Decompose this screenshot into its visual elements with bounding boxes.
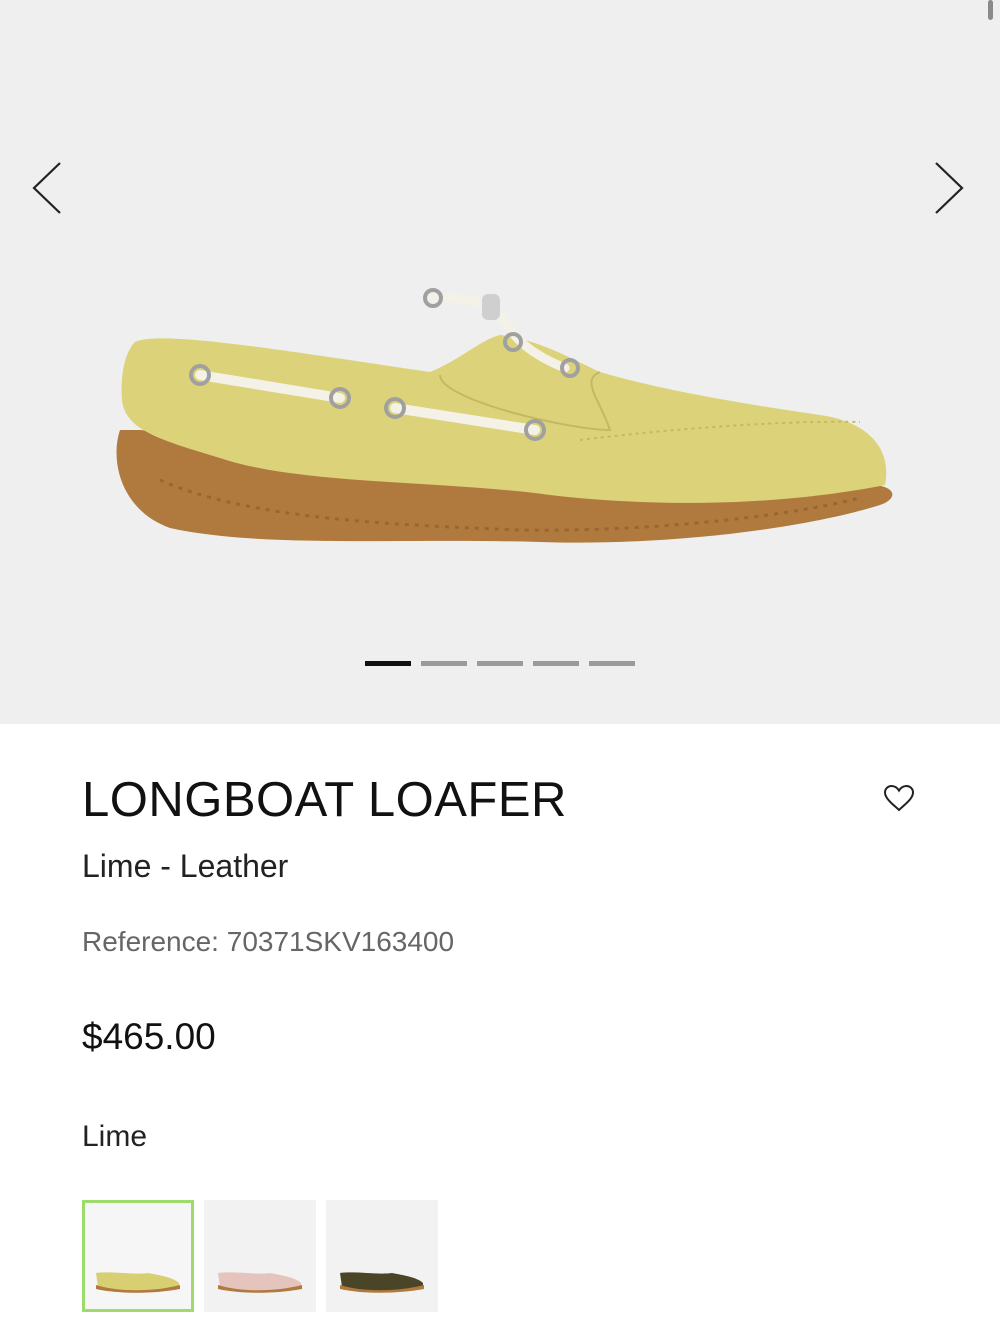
pagination-dot-2[interactable] [421, 661, 467, 666]
gallery-prev-button[interactable] [16, 156, 80, 220]
gallery-next-button[interactable] [916, 156, 980, 220]
swatch-shoe-blush [218, 1272, 302, 1293]
swatch-shoe-olive [340, 1272, 424, 1293]
gallery-pagination [365, 661, 635, 666]
chevron-left-icon [32, 162, 61, 214]
pagination-dot-5[interactable] [589, 661, 635, 666]
color-swatches [82, 1200, 438, 1312]
product-image-gallery[interactable] [0, 0, 1000, 724]
swatch-blush[interactable] [204, 1200, 316, 1312]
swatch-shoe-lime [96, 1272, 180, 1293]
heart-outline-icon [883, 784, 915, 812]
loafer-image [116, 288, 893, 543]
selected-color-label: Lime [82, 1120, 148, 1153]
product-price: $465.00 [82, 1016, 216, 1057]
chevron-right-icon [935, 162, 964, 214]
swatch-lime[interactable] [82, 1200, 194, 1312]
scroll-indicator [988, 0, 993, 20]
product-title: LONGBOAT LOAFER [82, 773, 567, 827]
pagination-dot-4[interactable] [533, 661, 579, 666]
product-image [100, 280, 900, 560]
product-subtitle: Lime - Leather [82, 848, 289, 884]
pagination-dot-1[interactable] [365, 661, 411, 666]
pagination-dot-3[interactable] [477, 661, 523, 666]
product-reference: Reference: 70371SKV163400 [82, 926, 455, 957]
wishlist-button[interactable] [879, 780, 919, 816]
swatch-olive[interactable] [326, 1200, 438, 1312]
